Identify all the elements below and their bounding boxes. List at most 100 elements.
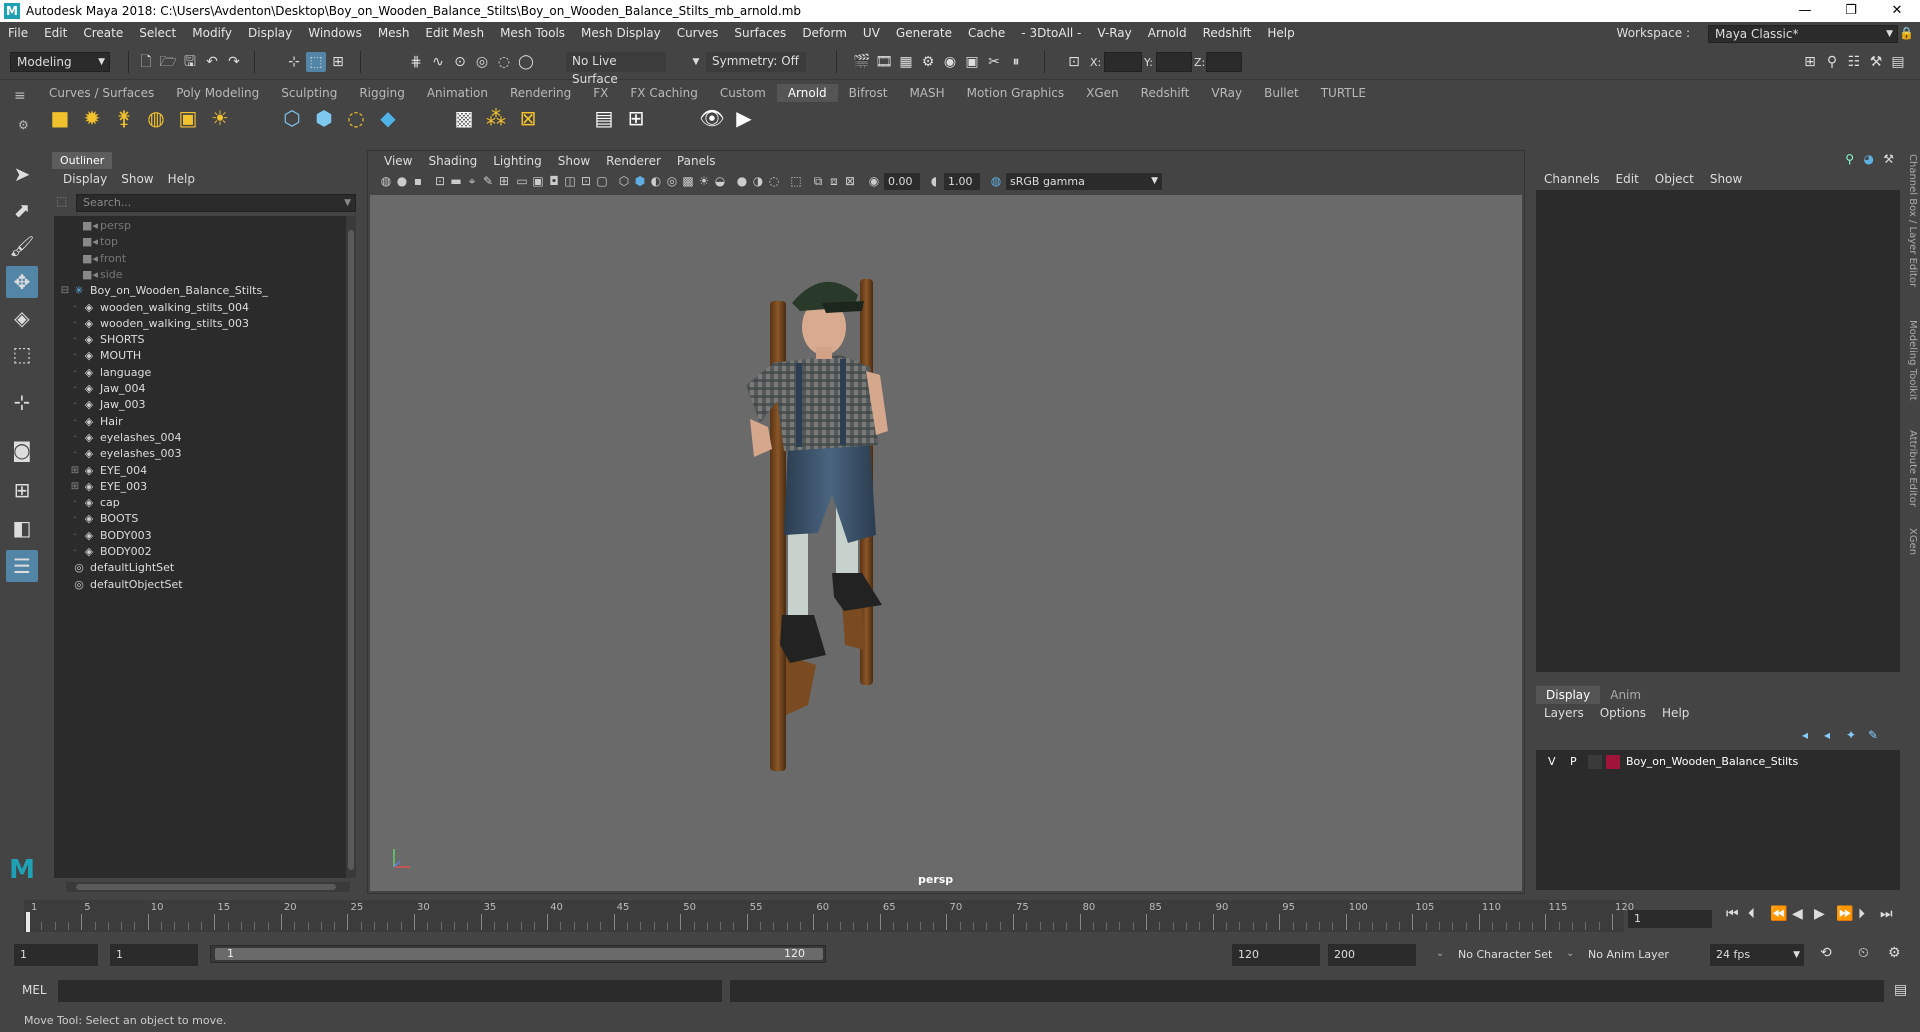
motion-blur-icon[interactable]: ◑ — [750, 173, 766, 189]
xray-icon[interactable]: ⧈ — [826, 173, 842, 189]
ai-curve-collector-icon[interactable]: ◌ — [342, 104, 370, 132]
fps-select[interactable]: 24 fps ▼ — [1710, 944, 1804, 966]
character-controls-icon[interactable]: ⚲ — [1822, 52, 1842, 72]
x-field[interactable] — [1104, 52, 1142, 72]
ai-physical-sky-icon[interactable]: ☀ — [206, 104, 234, 132]
side-tab-channel-box[interactable]: Channel Box / Layer Editor — [1904, 154, 1918, 287]
gamma-icon[interactable]: ◖ — [926, 173, 942, 189]
3d-viewport[interactable]: persp — [370, 195, 1522, 891]
auto-key-icon[interactable]: ⏲ — [1858, 945, 1869, 961]
shelf-settings-icon[interactable]: ⚙ — [18, 118, 29, 132]
side-tab-attribute-editor[interactable]: Attribute Editor — [1904, 430, 1918, 507]
select-camera-icon[interactable]: ◍ — [378, 173, 394, 189]
color-space-select[interactable]: sRGB gamma ▼ — [1006, 173, 1162, 190]
ai-light-portal-icon[interactable]: ▣ — [174, 104, 202, 132]
select-components-icon[interactable]: ⊞ — [328, 52, 348, 72]
menu-redshift[interactable]: Redshift — [1195, 26, 1260, 40]
hypershade-icon[interactable]: ◉ — [940, 52, 960, 72]
layer-row[interactable]: V P Boy_on_Wooden_Balance_Stilts — [1540, 752, 1896, 772]
y-field[interactable] — [1156, 52, 1192, 72]
channel-box-toggle-icon[interactable]: ⚒ — [1883, 152, 1894, 166]
time-slider[interactable]: 1 5 10 15 20 25 30 35 40 45 50 55 60 65 70 75 80 85 90 95 10… — [20, 900, 1634, 932]
tool-settings-toggle-icon[interactable]: ◕ — [1864, 152, 1874, 166]
move-tool-icon[interactable]: ✥ — [6, 266, 38, 298]
ai-volume-icon[interactable]: ⬢ — [310, 104, 338, 132]
safe-action-icon[interactable]: ⊡ — [578, 173, 594, 189]
ipr-render-icon[interactable]: ▦ — [896, 52, 916, 72]
shelf-tab-fx[interactable]: FX — [582, 84, 619, 102]
menu-display[interactable]: Display — [240, 26, 300, 40]
menu-select[interactable]: Select — [131, 26, 184, 40]
channel-box-icon[interactable]: ▤ — [1888, 52, 1908, 72]
shelf-tab-sculpting[interactable]: Sculpting — [270, 84, 348, 102]
shelf-tab-bullet[interactable]: Bullet — [1253, 84, 1310, 102]
layer-visibility-toggle[interactable]: V — [1548, 752, 1556, 772]
menu-3dtoall[interactable]: - 3DtoAll - — [1013, 26, 1089, 40]
outliner-menu-show[interactable]: Show — [114, 172, 160, 186]
move-layer-down-icon[interactable]: ◂ — [1824, 728, 1830, 742]
anim-layer-field[interactable]: No Anim Layer — [1582, 944, 1682, 966]
step-forward-key-icon[interactable]: ⏩ — [1836, 906, 1853, 922]
snap-curve-icon[interactable]: ∿ — [428, 52, 448, 72]
new-scene-icon[interactable]: 🗋 — [136, 52, 156, 72]
render-view-icon[interactable]: ▣ — [962, 52, 982, 72]
bookmarks-icon[interactable]: ⊡ — [432, 173, 448, 189]
current-time-indicator[interactable] — [26, 912, 30, 932]
ai-render-view-icon[interactable]: 👁 — [698, 104, 726, 132]
playback-end-field[interactable]: 120 — [1232, 944, 1320, 966]
outliner-search-input[interactable]: Search... ▼ — [76, 194, 356, 212]
redo-icon[interactable]: ↷ — [224, 52, 244, 72]
rotate-tool-icon[interactable]: ◈ — [6, 302, 38, 334]
safe-title-icon[interactable]: ▢ — [594, 173, 610, 189]
scene-start-field[interactable]: 1 — [14, 944, 98, 966]
go-to-end-icon[interactable]: ⏭ — [1880, 906, 1893, 922]
ai-mesh-light-icon[interactable]: ✹ — [78, 104, 106, 132]
snap-view-icon[interactable]: ◎ — [472, 52, 492, 72]
step-back-key-icon[interactable]: ⏪ — [1770, 906, 1787, 922]
outliner-menu-help[interactable]: Help — [161, 172, 202, 186]
layer-type-toggle[interactable] — [1588, 755, 1602, 769]
loop-icon[interactable]: ⟲ — [1820, 945, 1832, 961]
channel-box-menu-edit[interactable]: Edit — [1608, 172, 1647, 186]
range-slider[interactable]: 1 120 — [210, 945, 826, 963]
gate-mask-icon[interactable]: ◘ — [546, 173, 562, 189]
chevron-down-icon[interactable]: ▼ — [686, 52, 706, 72]
shelf-tab-rendering[interactable]: Rendering — [499, 84, 582, 102]
layer-menu-help[interactable]: Help — [1654, 706, 1697, 720]
lock-icon[interactable]: 🔒 — [1899, 26, 1914, 40]
script-editor-icon[interactable]: ▤ — [1894, 982, 1907, 998]
wireframe-on-shaded-icon[interactable]: ◎ — [664, 173, 680, 189]
gamma-field[interactable]: 1.00 — [944, 173, 980, 190]
exposure-icon[interactable]: ◉ — [866, 173, 882, 189]
shelf-menu-icon[interactable]: ≡ — [14, 88, 26, 104]
textured-icon[interactable]: ▩ — [680, 173, 696, 189]
single-perspective-icon[interactable]: ◙ — [6, 434, 38, 466]
field-chart-icon[interactable]: ◫ — [562, 173, 578, 189]
default-material-icon[interactable]: ◐ — [648, 173, 664, 189]
minimize-button[interactable]: — — [1782, 0, 1828, 22]
film-gate-icon[interactable]: ▭ — [514, 173, 530, 189]
shelf-tab-bifrost[interactable]: Bifrost — [838, 84, 899, 102]
select-hierarchy-icon[interactable]: ⊹ — [284, 52, 304, 72]
persp-outliner-icon[interactable]: ◧ — [6, 512, 38, 544]
screen-space-ao-icon[interactable]: ● — [734, 173, 750, 189]
shadows-icon[interactable]: ◒ — [712, 173, 728, 189]
outliner-item[interactable]: ◎ defaultObjectSet — [54, 575, 334, 595]
play-forwards-icon[interactable]: ▶ — [1814, 906, 1825, 922]
modeling-toolkit-icon[interactable]: ⊞ — [1800, 52, 1820, 72]
shelf-tab-xgen[interactable]: XGen — [1075, 84, 1130, 102]
ai-render-icon[interactable]: ▶ — [730, 104, 758, 132]
lock-camera-icon[interactable]: ● — [394, 173, 410, 189]
channel-box-menu-channels[interactable]: Channels — [1536, 172, 1608, 186]
step-back-frame-icon[interactable]: ⏴ — [1748, 906, 1755, 922]
grid-toggle-icon[interactable]: ⊞ — [496, 173, 512, 189]
shelf-tab-mash[interactable]: MASH — [898, 84, 955, 102]
outliner-horizontal-scrollbar[interactable] — [66, 882, 350, 892]
render-setup-icon[interactable]: ✂ — [984, 52, 1004, 72]
shelf-tab-custom[interactable]: Custom — [709, 84, 777, 102]
paint-select-icon[interactable]: 🖌 — [6, 230, 38, 262]
workspace-select[interactable]: Maya Classic* ▼ — [1708, 25, 1898, 43]
anti-aliasing-icon[interactable]: ◌ — [766, 173, 782, 189]
time-slider-track[interactable]: 1 5 10 15 20 25 30 35 40 45 50 55 60 65 70 75 80 85 90 95 10… — [24, 900, 1634, 932]
ai-flush-cache-icon[interactable]: ▤ — [590, 104, 618, 132]
